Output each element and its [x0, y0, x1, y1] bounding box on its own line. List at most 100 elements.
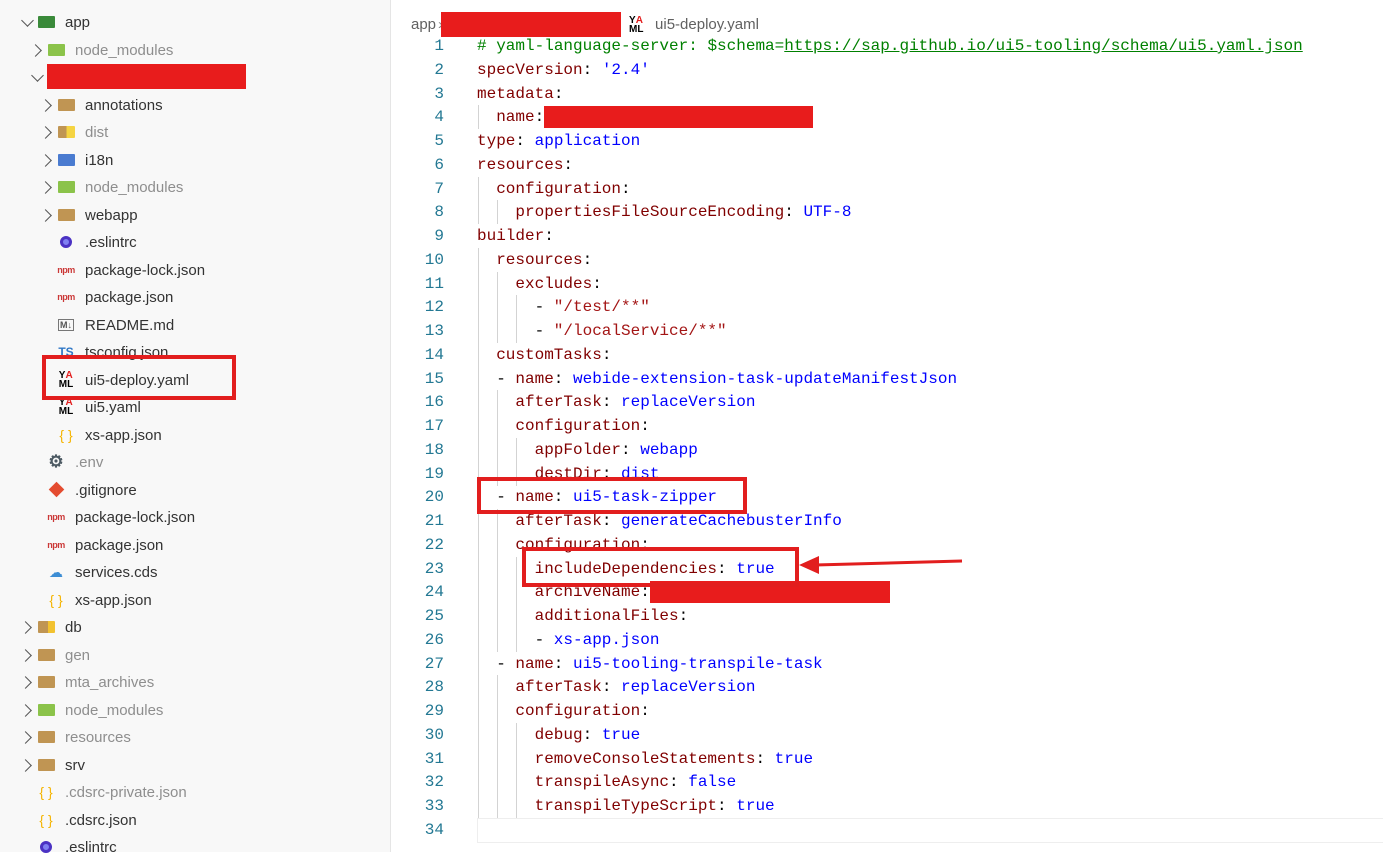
code-line[interactable]: 5 type: application [391, 129, 1383, 153]
tree-item-package-lock-json[interactable]: npm package-lock.json [0, 257, 390, 284]
tree-item-cdsrc-private-json[interactable]: { } .cdsrc-private.json [0, 779, 390, 806]
yaml-key: excludes [515, 274, 593, 293]
tree-item-redacted[interactable] [0, 64, 390, 91]
code-line[interactable]: 11 excludes: [391, 271, 1383, 296]
tree-item-mta-archives[interactable]: mta_archives [0, 669, 390, 696]
code-line[interactable]: 16 afterTask: replaceVersion [391, 390, 1383, 415]
indent-guide [478, 770, 479, 795]
tree-item-gitignore[interactable]: .gitignore [0, 477, 390, 504]
markdown-icon: M↓ [58, 318, 74, 331]
tree-item-cdsrc-json[interactable]: { } .cdsrc.json [0, 807, 390, 834]
schema-link[interactable]: https://sap.github.io/ui5-tooling/schema… [784, 37, 1302, 55]
tree-item-node-modules[interactable]: node_modules [0, 37, 390, 64]
tree-item-services-cds[interactable]: ☁ services.cds [0, 559, 390, 586]
code-text: transpileTypeScript: true [535, 794, 775, 818]
line-number: 4 [434, 108, 444, 127]
npm-icon: npm [57, 264, 75, 275]
chevron-right-icon[interactable] [19, 758, 32, 772]
chevron-right-icon[interactable] [39, 98, 52, 112]
code-editor[interactable]: app › YAML ui5-deploy.yaml 1# yaml-langu… [391, 0, 1383, 852]
tree-item-app[interactable]: app [0, 9, 390, 36]
code-line[interactable]: 33 transpileTypeScript: true [391, 794, 1383, 818]
punctuation: : [669, 773, 689, 792]
yaml-value: replaceVersion [621, 393, 756, 412]
chevron-right-icon[interactable] [39, 181, 52, 194]
code-line[interactable]: 30 debug: true [391, 722, 1383, 747]
indent-guide [478, 295, 479, 320]
chevron-right-icon[interactable] [19, 676, 32, 689]
code-line[interactable]: 2 specVersion: '2.4' [391, 58, 1383, 82]
code-line[interactable]: 26 - xs-app.json [391, 627, 1383, 652]
chevron-right-icon[interactable] [39, 153, 52, 167]
tree-item-xs-app-json[interactable]: { } xs-app.json [0, 422, 390, 449]
code-line[interactable]: 15 - name: webide-extension-task-updateMa… [391, 366, 1383, 391]
yaml-value: webapp [640, 440, 698, 459]
code-line[interactable]: 4 name: [391, 105, 1383, 130]
breadcrumb-root[interactable]: app [411, 16, 436, 33]
folder-icon [37, 674, 55, 690]
code-line[interactable]: 13 - "/localService/**" [391, 319, 1383, 343]
chevron-right-icon[interactable] [19, 621, 32, 634]
tree-item-readme-md[interactable]: M↓ README.md [0, 312, 390, 339]
tree-item-node-modules[interactable]: node_modules [0, 174, 390, 201]
chevron-right-icon[interactable] [39, 208, 52, 222]
code-line[interactable]: 25 additionalFiles: [391, 604, 1383, 628]
tree-item-label: package-lock.json [75, 509, 196, 526]
gear-icon: ⚙ [48, 452, 64, 471]
punctuation: : [544, 227, 554, 245]
tree-item-eslintrc[interactable]: .eslintrc [0, 834, 390, 861]
code-line[interactable]: 32 transpileAsync: false [391, 770, 1383, 795]
code-line[interactable]: 27 - name: ui5-tooling-transpile-task [391, 651, 1383, 676]
indent-guide [497, 722, 499, 747]
code-line[interactable]: 1 # yaml-language-server: $schema=https:/… [391, 34, 1383, 58]
code-line[interactable]: 12 - "/test/**" [391, 295, 1383, 320]
chevron-down-icon[interactable] [21, 14, 34, 27]
code-line[interactable]: 8 propertiesFileSourceEncoding: UTF-8 [391, 200, 1383, 225]
chevron-right-icon[interactable] [39, 126, 52, 139]
code-line[interactable]: 10 resources: [391, 247, 1383, 272]
breadcrumb-file[interactable]: ui5-deploy.yaml [655, 16, 759, 33]
code-line[interactable]: 17 configuration: [391, 414, 1383, 438]
yaml-value: replaceVersion [621, 678, 756, 697]
tree-item-node-modules[interactable]: node_modules [0, 697, 390, 724]
tree-item-resources[interactable]: resources [0, 724, 390, 751]
tree-item-env[interactable]: ⚙ .env [0, 449, 390, 476]
code-line[interactable]: 6 resources: [391, 153, 1383, 177]
line-number: 14 [424, 345, 444, 364]
code-line[interactable]: 28 afterTask: replaceVersion [391, 675, 1383, 700]
line-number: 12 [424, 298, 444, 317]
tree-item-package-lock-json[interactable]: npm package-lock.json [0, 504, 390, 531]
yaml-key: transpileTypeScript [534, 797, 718, 815]
tree-item-dist[interactable]: dist [0, 119, 390, 146]
code-line[interactable]: 7 configuration: [391, 176, 1383, 201]
chevron-right-icon[interactable] [19, 731, 32, 744]
tree-item-webapp[interactable]: webapp [0, 202, 390, 229]
line-number: 16 [424, 393, 444, 412]
tree-item-package-json[interactable]: npm package.json [0, 532, 390, 559]
yaml-key: builder [477, 227, 545, 245]
tree-item-srv[interactable]: srv [0, 752, 390, 779]
tree-item-annotations[interactable]: annotations [0, 92, 390, 119]
line-number: 11 [424, 274, 444, 293]
code-line[interactable]: 31 removeConsoleStatements: true [391, 746, 1383, 771]
chevron-right-icon[interactable] [29, 43, 42, 57]
indent-guide [516, 556, 518, 581]
indent-guide [478, 556, 479, 581]
tree-item-gen[interactable]: gen [0, 642, 390, 669]
tree-item-db[interactable]: db [0, 614, 390, 641]
code-line[interactable]: 3 metadata: [391, 82, 1383, 106]
code-line[interactable]: 14 customTasks: [391, 342, 1383, 367]
chevron-down-icon[interactable] [31, 69, 44, 82]
tree-item-package-json[interactable]: npm package.json [0, 284, 390, 311]
tree-item-xs-app-json[interactable]: { } xs-app.json [0, 587, 390, 614]
line-number: 22 [424, 535, 444, 554]
indent-guide [516, 794, 518, 818]
chevron-right-icon[interactable] [19, 703, 32, 717]
punctuation: : [592, 274, 602, 293]
chevron-right-icon[interactable] [19, 648, 32, 662]
code-line[interactable]: 9 builder: [391, 224, 1383, 248]
tree-item-eslintrc[interactable]: .eslintrc [0, 229, 390, 256]
code-line[interactable]: 18 appFolder: webapp [391, 437, 1383, 462]
tree-item-i18n[interactable]: i18n [0, 147, 390, 174]
code-line[interactable]: 29 configuration: [391, 699, 1383, 723]
